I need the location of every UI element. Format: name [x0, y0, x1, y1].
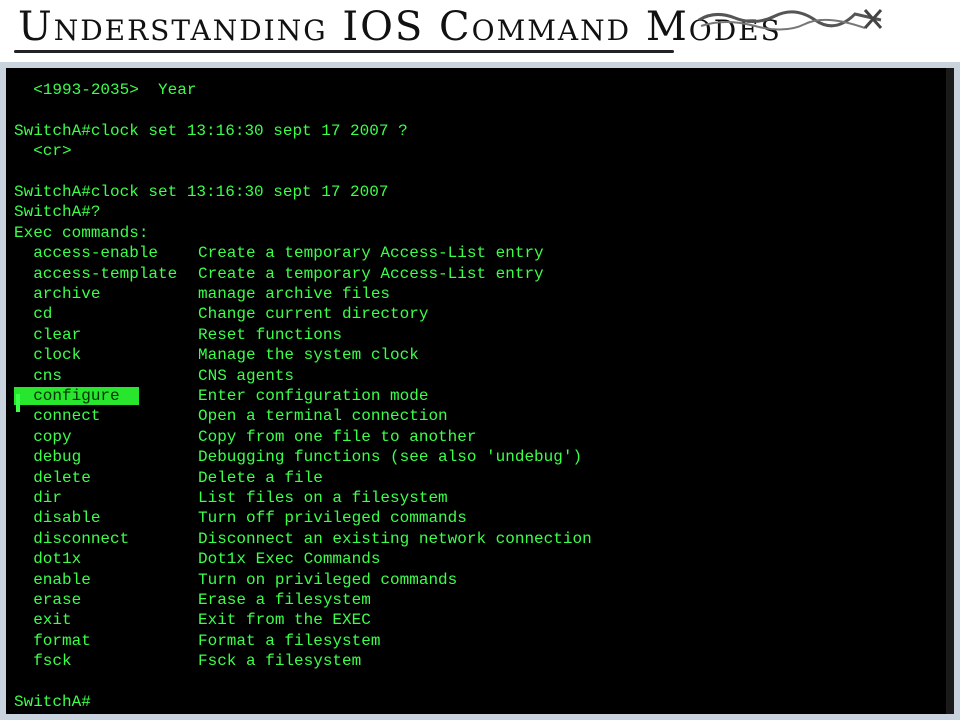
video-title-bar: Understanding IOS Command Modes	[0, 0, 960, 62]
title-underline	[14, 50, 674, 53]
terminal-window: <1993-2035> Year SwitchA#clock set 13:16:…	[0, 62, 960, 720]
command-name[interactable]: archive	[14, 284, 198, 304]
command-row: configure Enter configuration mode	[14, 386, 428, 406]
command-name[interactable]: format	[14, 631, 198, 651]
command-name[interactable]: disconnect	[14, 529, 198, 549]
command-name[interactable]: access-template	[14, 264, 198, 284]
command-description: Erase a filesystem	[198, 591, 371, 609]
command-description: Enter configuration mode	[198, 387, 429, 405]
command-description: Format a filesystem	[198, 631, 381, 650]
terminal-line: SwitchA#clock set 13:16:30 sept 17 2007	[14, 183, 389, 201]
command-description: List files on a filesystem	[198, 489, 448, 507]
command-name[interactable]: delete	[14, 468, 198, 488]
terminal-line: <1993-2035> Year	[14, 81, 197, 99]
terminal-prompt: SwitchA#	[14, 693, 91, 711]
command-row: archive manage archive files	[14, 284, 390, 304]
command-row: format Format a filesystem	[14, 631, 380, 651]
command-name[interactable]: disable	[14, 508, 198, 528]
terminal-scrollbar[interactable]	[946, 68, 954, 714]
command-name[interactable]: clear	[14, 325, 198, 345]
command-name[interactable]: copy	[14, 427, 198, 447]
command-name[interactable]: enable	[14, 570, 198, 590]
command-description: Exit from the EXEC	[198, 611, 371, 630]
command-row: clear Reset functions	[14, 325, 342, 345]
command-description: Open a terminal connection	[198, 407, 448, 426]
command-description: Delete a file	[198, 468, 323, 487]
command-description: Fsck a filesystem	[198, 652, 362, 671]
command-description: CNS agents	[198, 366, 295, 385]
command-name[interactable]: cns	[14, 366, 198, 386]
command-row: exit Exit from the EXEC	[14, 610, 371, 630]
command-name[interactable]: dot1x	[14, 549, 198, 569]
selected-command-highlight[interactable]: configure	[14, 387, 139, 405]
logo-graphic	[698, 9, 883, 31]
terminal-line: SwitchA#clock set 13:16:30 sept 17 2007 …	[14, 121, 408, 140]
command-description: Dot1x Exec Commands	[198, 550, 381, 569]
command-row: access-enable Create a temporary Access-L…	[14, 243, 544, 263]
command-row: connect Open a terminal connection	[14, 406, 448, 426]
command-row: dir List files on a filesystem	[14, 488, 448, 508]
command-row: debug Debugging functions (see also 'unde…	[14, 447, 582, 467]
command-name[interactable]: fsck	[14, 651, 198, 671]
command-name[interactable]: clock	[14, 345, 198, 365]
command-row: dot1x Dot1x Exec Commands	[14, 549, 380, 569]
command-row: fsck Fsck a filesystem	[14, 651, 361, 671]
command-row: access-template Create a temporary Access…	[14, 264, 544, 284]
command-row: disable Turn off privileged commands	[14, 508, 467, 528]
command-description: Debugging functions (see also 'undebug')	[198, 448, 583, 467]
command-row: cns CNS agents	[14, 366, 294, 386]
command-name[interactable]: exit	[14, 610, 198, 630]
command-name[interactable]: access-enable	[14, 243, 198, 263]
page-title: Understanding IOS Command Modes	[18, 4, 782, 50]
command-description: Change current directory	[198, 305, 429, 324]
command-row: copy Copy from one file to another	[14, 427, 476, 447]
text-cursor-icon	[16, 394, 20, 412]
command-row: clock Manage the system clock	[14, 345, 419, 365]
terminal-line: <cr>	[14, 142, 72, 161]
command-description: Turn on privileged commands	[198, 570, 458, 589]
command-description: Create a temporary Access-List entry	[198, 244, 544, 263]
command-name[interactable]: cd	[14, 304, 198, 324]
command-description: Create a temporary Access-List entry	[198, 264, 544, 283]
command-name[interactable]: debug	[14, 447, 198, 467]
terminal-line: SwitchA#?	[14, 203, 101, 222]
command-row: enable Turn on privileged commands	[14, 570, 457, 590]
command-description: manage archive files	[198, 285, 391, 303]
command-row: delete Delete a file	[14, 468, 323, 488]
command-description: Reset functions	[198, 325, 343, 344]
command-row: cd Change current directory	[14, 304, 428, 324]
command-name[interactable]: erase	[14, 590, 198, 610]
command-description: Turn off privileged commands	[198, 509, 467, 528]
terminal-line: Exec commands:	[14, 223, 149, 242]
command-name[interactable]: dir	[14, 488, 198, 508]
command-description: Manage the system clock	[198, 346, 419, 365]
command-description: Copy from one file to another	[198, 427, 477, 446]
command-description: Disconnect an existing network connectio…	[198, 529, 592, 548]
terminal-screen[interactable]: <1993-2035> Year SwitchA#clock set 13:16:…	[6, 68, 954, 714]
command-name[interactable]: connect	[14, 406, 198, 426]
command-name[interactable]: configure	[14, 386, 198, 406]
command-row: disconnect Disconnect an existing network…	[14, 529, 592, 549]
command-row: erase Erase a filesystem	[14, 590, 371, 610]
